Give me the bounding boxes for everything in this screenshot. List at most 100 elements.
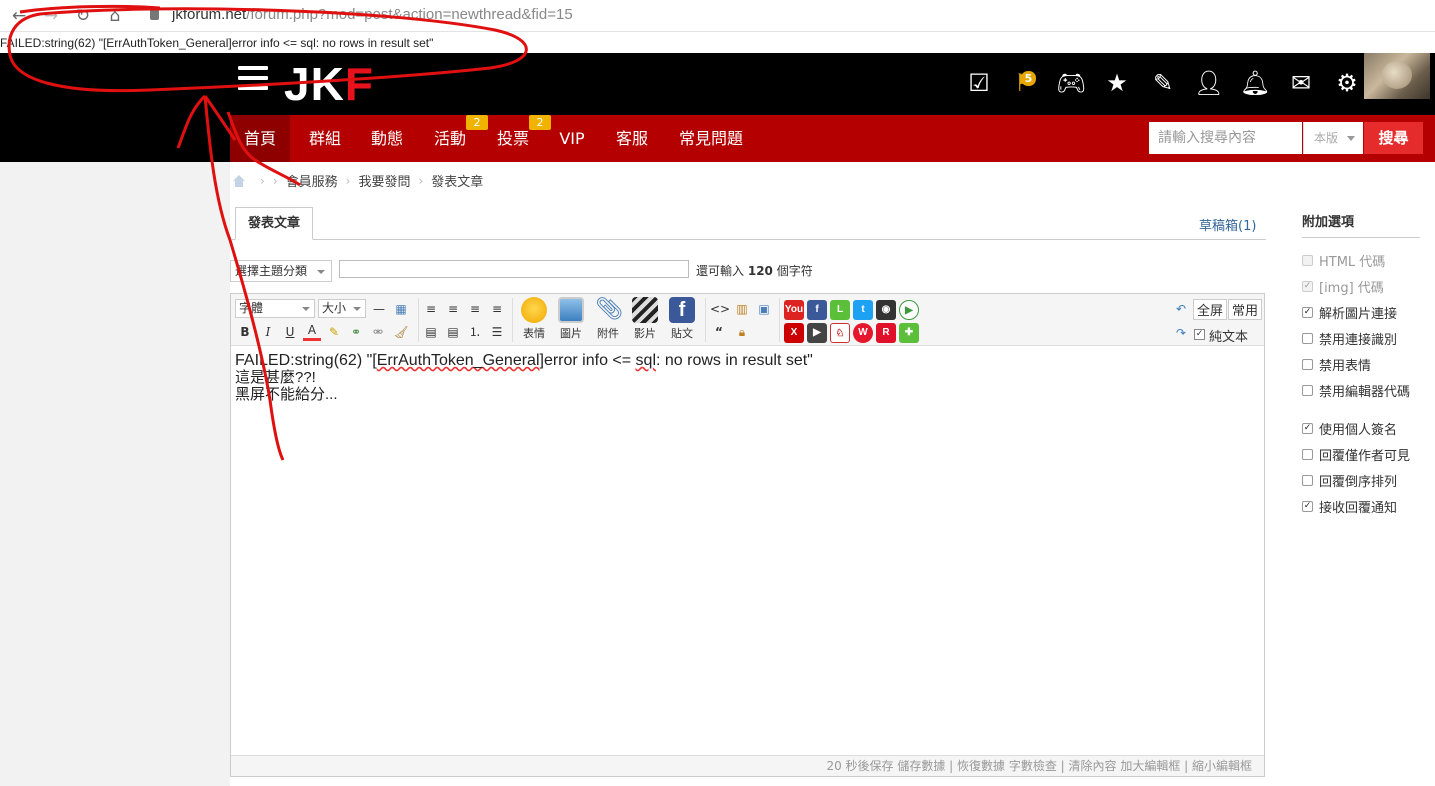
checkbox[interactable]: ✓: [1302, 307, 1313, 318]
align-left-icon[interactable]: ≡: [422, 300, 440, 318]
unicorn-icon[interactable]: ♘: [830, 323, 850, 343]
facebook-icon[interactable]: f: [807, 300, 827, 320]
disable-editor-code-option[interactable]: 禁用編輯器代碼: [1302, 381, 1410, 400]
avatar[interactable]: [1364, 53, 1430, 99]
star-icon[interactable]: ★: [1094, 66, 1140, 100]
fullscreen-button[interactable]: 全屏: [1193, 299, 1228, 320]
bell-icon[interactable]: 🔔︎: [1232, 66, 1278, 100]
instagram-icon[interactable]: ◉: [876, 300, 896, 320]
disable-emoticon-option[interactable]: 禁用表情: [1302, 355, 1371, 374]
plaintext-checkbox[interactable]: ✓: [1194, 329, 1205, 340]
bullet-list-icon[interactable]: ☰: [488, 323, 506, 341]
home-icon[interactable]: ⌂: [104, 5, 126, 27]
receive-notify-option[interactable]: ✓ 接收回覆通知: [1302, 497, 1397, 516]
x-video-icon[interactable]: X: [784, 323, 804, 343]
float-right-icon[interactable]: ▤: [444, 323, 462, 341]
checkbox[interactable]: [1302, 385, 1313, 396]
text-color-icon[interactable]: A: [303, 323, 321, 341]
home-icon[interactable]: [232, 174, 246, 187]
font-select[interactable]: 字體: [235, 299, 315, 318]
nav-item-polls[interactable]: 投票 2: [483, 115, 551, 162]
gamepad-icon[interactable]: 🎮︎: [1048, 66, 1094, 100]
redo-icon[interactable]: ↷: [1172, 324, 1190, 342]
horizontal-rule-icon[interactable]: —: [370, 300, 388, 318]
align-center-icon[interactable]: ≡: [444, 300, 462, 318]
tab-new-post[interactable]: 發表文章: [235, 207, 313, 240]
disable-link-option[interactable]: 禁用連接識別: [1302, 329, 1397, 348]
puzzle-icon[interactable]: ✚: [899, 323, 919, 343]
address-bar[interactable]: jkforum.net/forum.php?mod=post&action=ne…: [172, 6, 573, 23]
editor-footer[interactable]: 20 秒後保存 儲存數據 | 恢復數據 字數檢查 | 清除內容 加大編輯框 | …: [231, 755, 1264, 776]
nav-item-support[interactable]: 客服: [602, 115, 662, 162]
nav-item-events[interactable]: 活動 2: [420, 115, 488, 162]
quote-icon[interactable]: “: [710, 323, 728, 341]
edit-icon[interactable]: ✎: [1140, 66, 1186, 100]
search-scope-select[interactable]: 本版: [1303, 122, 1363, 154]
table-icon[interactable]: ▦: [392, 300, 410, 318]
subject-input[interactable]: [339, 260, 689, 278]
menu-icon[interactable]: [238, 66, 268, 96]
reply-author-only-option[interactable]: 回覆僅作者可見: [1302, 445, 1410, 464]
video-play-icon[interactable]: ▶: [807, 323, 827, 343]
weibo-icon[interactable]: W: [853, 323, 873, 343]
align-right-icon[interactable]: ≡: [466, 300, 484, 318]
ordered-list-icon[interactable]: ⒈: [466, 323, 484, 341]
facebook-post-button[interactable]: f 貼文: [666, 297, 698, 341]
play-circle-icon[interactable]: ▶: [899, 300, 919, 320]
r-icon[interactable]: R: [876, 323, 896, 343]
drafts-link[interactable]: 草稿箱(1): [1199, 215, 1256, 234]
flag-icon[interactable]: ⚑5: [1002, 66, 1048, 100]
unlink-icon[interactable]: ⚮: [369, 323, 387, 341]
hide-content-icon[interactable]: ▥: [733, 300, 751, 318]
common-button[interactable]: 常用: [1228, 299, 1263, 320]
mail-icon[interactable]: ✉: [1278, 66, 1324, 100]
youtube-icon[interactable]: You: [784, 300, 804, 320]
lock-icon[interactable]: 🔒︎: [733, 323, 751, 341]
nav-item-groups[interactable]: 群組: [295, 115, 355, 162]
search-input[interactable]: 請輸入搜尋內容: [1149, 122, 1302, 154]
quote-box-icon[interactable]: ▣: [755, 300, 773, 318]
highlight-icon[interactable]: ✎: [325, 323, 343, 341]
line-icon[interactable]: L: [830, 300, 850, 320]
clear-format-icon[interactable]: 🧹︎: [392, 323, 410, 341]
parse-image-link-option[interactable]: ✓ 解析圖片連接: [1302, 303, 1397, 322]
checkbox[interactable]: [1302, 449, 1313, 460]
reload-icon[interactable]: ↻: [72, 5, 94, 27]
float-left-icon[interactable]: ▤: [422, 323, 440, 341]
breadcrumb-member-service[interactable]: 會員服務: [286, 171, 338, 190]
add-user-icon[interactable]: 👤︎: [1186, 66, 1232, 100]
editor-content[interactable]: FAILED:string(62) "[ErrAuthToken_General…: [235, 352, 813, 403]
breadcrumb-ask[interactable]: 我要發問: [358, 171, 410, 190]
use-signature-option[interactable]: ✓ 使用個人簽名: [1302, 419, 1397, 438]
undo-icon[interactable]: ↶: [1172, 300, 1190, 318]
nav-item-faq[interactable]: 常見問題: [670, 115, 752, 162]
image-button[interactable]: 圖片: [555, 297, 587, 341]
code-icon[interactable]: <>: [710, 300, 730, 318]
link-icon[interactable]: ⚭: [347, 323, 365, 341]
search-button[interactable]: 搜尋: [1364, 122, 1423, 154]
bold-icon[interactable]: B: [236, 323, 254, 341]
category-select[interactable]: 選擇主題分類: [230, 260, 332, 282]
attachment-button[interactable]: 📎︎ 附件: [592, 297, 624, 341]
checkbox[interactable]: [1302, 333, 1313, 344]
back-arrow-icon[interactable]: ←: [8, 5, 30, 27]
emoticon-button[interactable]: 表情: [518, 297, 550, 341]
italic-icon[interactable]: I: [259, 323, 277, 341]
reply-reverse-option[interactable]: 回覆倒序排列: [1302, 471, 1397, 490]
checkbox[interactable]: [1302, 475, 1313, 486]
twitter-icon[interactable]: t: [853, 300, 873, 320]
nav-item-home[interactable]: 首頁: [230, 115, 290, 162]
image-icon: [558, 297, 584, 323]
nav-item-vip[interactable]: VIP: [548, 115, 596, 162]
checkbox[interactable]: ✓: [1302, 501, 1313, 512]
size-select[interactable]: 大小: [318, 299, 366, 318]
site-logo[interactable]: JKF: [284, 61, 374, 107]
checkbox[interactable]: ✓: [1302, 423, 1313, 434]
nav-item-feed[interactable]: 動態: [357, 115, 417, 162]
video-button[interactable]: 影片: [629, 297, 661, 341]
forward-arrow-icon[interactable]: →: [40, 5, 62, 27]
checkbox-icon[interactable]: ☑: [956, 66, 1002, 100]
checkbox[interactable]: [1302, 359, 1313, 370]
align-justify-icon[interactable]: ≡: [488, 300, 506, 318]
underline-icon[interactable]: U: [281, 323, 299, 341]
